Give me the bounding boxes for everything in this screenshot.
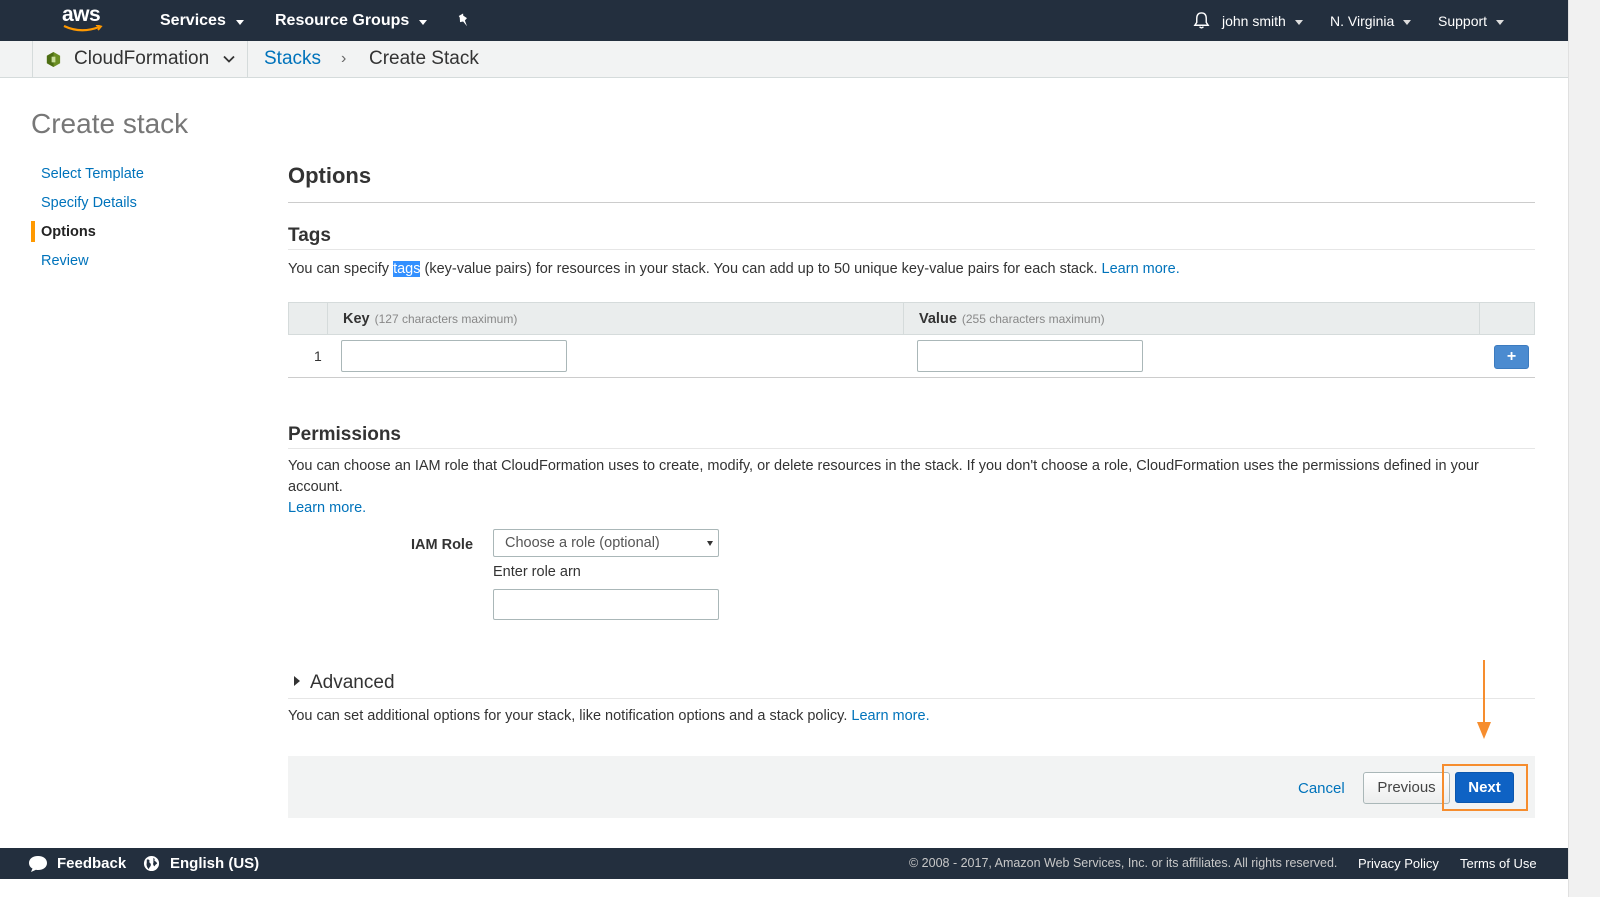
role-arn-label: Enter role arn (493, 564, 581, 580)
user-menu[interactable]: john smith (1222, 0, 1303, 41)
region-label: N. Virginia (1330, 12, 1395, 29)
privacy-policy-link[interactable]: Privacy Policy (1358, 856, 1439, 871)
permissions-heading: Permissions (288, 424, 1535, 449)
value-header-hint: (255 characters maximum) (961, 311, 1105, 326)
cloudformation-icon (46, 51, 61, 67)
step-specify-details[interactable]: Specify Details (31, 193, 231, 222)
advanced-learn-more-link[interactable]: Learn more. (851, 708, 929, 724)
support-menu[interactable]: Support (1438, 0, 1505, 41)
key-header-hint: (127 characters maximum) (374, 311, 518, 326)
services-menu[interactable]: Services (160, 0, 244, 41)
permissions-desc-text: You can choose an IAM role that CloudFor… (288, 458, 1479, 495)
caret-right-icon (294, 676, 300, 686)
language-label: English (US) (170, 855, 260, 872)
page-scrollbar[interactable] (1568, 0, 1600, 897)
notifications-button[interactable] (1192, 0, 1211, 41)
feedback-button[interactable]: Feedback (28, 848, 126, 879)
table-row: 1 + (288, 335, 1535, 378)
globe-icon (143, 855, 160, 872)
role-arn-input[interactable] (493, 589, 719, 620)
chevron-down-icon (223, 55, 235, 63)
caret-down-icon (235, 19, 244, 25)
step-options: Options (31, 221, 231, 251)
caret-down-icon (1496, 19, 1505, 25)
previous-button[interactable]: Previous (1363, 772, 1450, 804)
step-select-template[interactable]: Select Template (31, 164, 231, 193)
actions-column-header (1479, 303, 1534, 334)
value-header-label: Value (919, 310, 957, 327)
page-title: Create stack (31, 108, 189, 139)
tags-section: Tags You can specify tags (key-value pai… (288, 225, 1535, 280)
user-name: john smith (1222, 12, 1286, 29)
tags-learn-more-link[interactable]: Learn more. (1102, 261, 1180, 277)
annotation-arrow-head-icon (1477, 722, 1491, 739)
options-form: Options Tags You can specify tags (key-v… (288, 160, 1535, 724)
language-selector[interactable]: English (US) (143, 848, 259, 879)
row-number: 1 (314, 348, 322, 364)
breadcrumb-separator: › (341, 50, 347, 67)
iam-role-select-value: Choose a role (optional) (505, 535, 660, 551)
iam-role-select[interactable]: Choose a role (optional) (493, 529, 719, 557)
copyright-text: © 2008 - 2017, Amazon Web Services, Inc.… (909, 856, 1338, 870)
tags-heading: Tags (288, 225, 1535, 250)
tags-desc-text: You can specify (288, 261, 394, 277)
pin-button[interactable] (456, 0, 472, 41)
aws-smile-icon (63, 25, 103, 32)
tag-key-input[interactable] (341, 340, 567, 372)
top-nav: aws Services Resource Groups john smith … (0, 0, 1568, 41)
tags-description: You can specify tags (key-value pairs) f… (288, 259, 1535, 280)
cancel-button[interactable]: Cancel (1298, 780, 1345, 797)
advanced-toggle[interactable]: Advanced (288, 672, 1535, 699)
service-name: CloudFormation (74, 48, 210, 69)
breadcrumb: CloudFormation Stacks › Create Stack (0, 41, 1568, 78)
permissions-description: You can choose an IAM role that CloudFor… (288, 456, 1535, 519)
wizard-action-bar: Cancel Previous Next (288, 756, 1535, 818)
permissions-section: Permissions You can choose an IAM role t… (288, 424, 1535, 519)
support-label: Support (1438, 12, 1488, 29)
speech-bubble-icon (29, 855, 47, 872)
region-menu[interactable]: N. Virginia (1330, 0, 1412, 41)
value-column-header: Value (255 characters maximum) (903, 303, 1479, 334)
advanced-heading: Advanced (310, 672, 395, 693)
aws-logo-text: aws (62, 3, 101, 26)
tag-value-input[interactable] (917, 340, 1143, 372)
terms-of-use-link[interactable]: Terms of Use (1460, 856, 1537, 871)
caret-down-icon (1403, 19, 1412, 25)
breadcrumb-stacks-link[interactable]: Stacks (264, 48, 321, 70)
breadcrumb-current: Create Stack (369, 48, 479, 69)
tags-desc-text-2: (key-value pairs) for resources in your … (420, 261, 1102, 277)
iam-role-label: IAM Role (411, 537, 474, 553)
annotation-arrow (1483, 660, 1485, 725)
resource-groups-label: Resource Groups (275, 11, 410, 29)
feedback-label: Feedback (57, 855, 127, 872)
caret-down-icon (707, 541, 713, 546)
bell-icon (1193, 12, 1210, 29)
key-header-label: Key (343, 310, 370, 327)
permissions-learn-more-link[interactable]: Learn more. (288, 500, 366, 516)
services-label: Services (160, 11, 226, 29)
advanced-desc-text: You can set additional options for your … (288, 708, 852, 724)
footer: Feedback English (US) © 2008 - 2017, Ama… (0, 848, 1568, 879)
caret-down-icon (419, 19, 428, 25)
tags-table: Key (127 characters maximum) Value (255 ch… (288, 302, 1535, 378)
key-column-header: Key (127 characters maximum) (327, 303, 903, 334)
advanced-description: You can set additional options for your … (288, 706, 930, 727)
add-tag-button[interactable]: + (1494, 345, 1529, 369)
tags-highlight: tags (393, 261, 421, 277)
pin-icon (458, 12, 467, 26)
options-heading: Options (288, 160, 1535, 203)
resource-groups-menu[interactable]: Resource Groups (275, 0, 428, 41)
service-menu[interactable]: CloudFormation (32, 41, 248, 77)
tags-table-header: Key (127 characters maximum) Value (255 ch… (288, 302, 1535, 335)
caret-down-icon (1294, 19, 1303, 25)
step-review[interactable]: Review (31, 251, 231, 280)
aws-logo[interactable]: aws (62, 3, 106, 35)
wizard-steps: Select Template Specify Details Options … (31, 164, 231, 280)
annotation-highlight-box (1442, 764, 1528, 811)
